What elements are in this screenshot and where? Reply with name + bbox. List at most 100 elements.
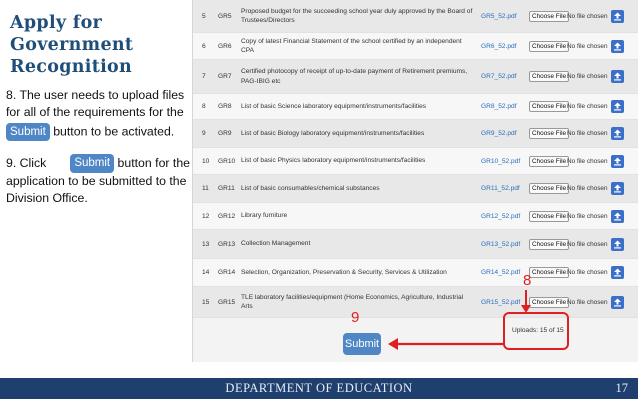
table-row: 7 GR7 Certified photocopy of receipt of up…: [193, 60, 638, 94]
title-line: Apply for: [10, 13, 103, 33]
step-text: for all of the requirements for the: [6, 105, 184, 119]
footer-bar: DEPARTMENT OF EDUCATION 17: [0, 378, 638, 399]
requirement-code: GR15: [218, 298, 236, 306]
step-text: 8. The user needs to upload files: [6, 88, 185, 102]
upload-button[interactable]: [611, 266, 624, 279]
choose-file-button[interactable]: Choose File: [529, 155, 570, 167]
choose-file-button[interactable]: Choose File: [529, 10, 570, 22]
uploaded-file-link[interactable]: GR10_52.pdf: [481, 158, 520, 165]
step-text: application to be submitted to the: [6, 174, 187, 188]
title-line: Government: [10, 35, 134, 55]
upload-icon: [614, 268, 621, 277]
requirement-description: List of basic Physics laboratory equipme…: [241, 157, 426, 165]
file-status-text: No file chosen: [567, 298, 608, 306]
arrow-down-icon: [521, 290, 531, 313]
upload-button[interactable]: [611, 100, 624, 113]
choose-file-button[interactable]: Choose File: [529, 296, 570, 308]
requirement-description: Collection Management: [241, 240, 311, 248]
uploaded-file-link[interactable]: GR13_52.pdf: [481, 241, 520, 248]
upload-button[interactable]: [611, 154, 624, 168]
uploaded-file-link[interactable]: GR7_52.pdf: [481, 73, 517, 80]
upload-button[interactable]: [611, 237, 624, 251]
requirements-screenshot: 5 GR5 Proposed budget for the succeeding s…: [192, 0, 638, 362]
row-number: 12: [202, 212, 210, 220]
uploaded-file-link[interactable]: GR9_52.pdf: [481, 130, 517, 137]
step-text: 9. Click: [6, 155, 47, 170]
step-text-row: Submit button to be activated.: [6, 123, 191, 141]
upload-icon: [614, 72, 621, 81]
requirement-description: Selection, Organization, Preservation & …: [241, 268, 447, 276]
upload-icon: [614, 240, 621, 248]
table-row: 8 GR8 List of basic Science laboratory equ…: [193, 94, 638, 120]
requirement-description: List of basic Biology laboratory equipme…: [241, 129, 425, 137]
row-number: 14: [202, 269, 210, 276]
upload-icon: [614, 157, 621, 165]
requirement-description: Certified photocopy of receipt of up-to-…: [241, 68, 468, 85]
slide-title: Apply for Government Recognition: [10, 12, 190, 78]
row-number: 13: [202, 240, 210, 248]
file-status-text: No file chosen: [567, 73, 608, 80]
uploaded-file-link[interactable]: GR6_52.pdf: [481, 43, 517, 50]
file-status-text: No file chosen: [567, 157, 608, 165]
upload-icon: [614, 12, 621, 20]
annotation-step-9: 9: [351, 309, 360, 326]
upload-button[interactable]: [611, 9, 624, 23]
file-status-text: No file chosen: [567, 185, 608, 192]
upload-button[interactable]: [611, 209, 624, 223]
uploaded-file-link[interactable]: GR12_52.pdf: [481, 213, 520, 220]
choose-file-button[interactable]: Choose File: [529, 128, 570, 139]
file-status-text: No file chosen: [567, 42, 608, 50]
row-number: 6: [202, 42, 206, 50]
upload-button[interactable]: [611, 182, 624, 195]
upload-button[interactable]: [611, 70, 624, 83]
row-number: 11: [202, 185, 209, 192]
requirement-code: GR8: [218, 103, 232, 110]
step-text: Division Office.: [6, 191, 88, 205]
submit-button[interactable]: Submit: [343, 333, 381, 355]
requirement-description: Proposed budget for the succeeding schoo…: [241, 7, 473, 25]
uploaded-file-link[interactable]: GR8_52.pdf: [481, 103, 517, 110]
upload-button[interactable]: [611, 295, 624, 309]
row-number: 10: [202, 157, 210, 165]
choose-file-button[interactable]: Choose File: [529, 238, 570, 250]
requirement-description: List of basic Science laboratory equipme…: [241, 102, 427, 110]
requirement-description: Library furniture: [241, 212, 288, 220]
uploads-count: Uploads: 15 of 15: [512, 327, 564, 334]
requirement-description: Copy of latest Financial Statement of th…: [241, 37, 462, 55]
step-text-row: 9. Click Submit button for the: [6, 154, 191, 173]
requirement-code: GR9: [218, 130, 232, 137]
uploaded-file-link[interactable]: GR5_52.pdf: [481, 13, 517, 20]
step-text: button to be activated.: [49, 124, 175, 139]
title-line: Recognition: [10, 57, 133, 77]
step-8-instruction: 8. The user needs to upload files for al…: [6, 87, 191, 141]
submit-button-illustration: Submit: [6, 123, 50, 141]
table-row: 13 GR13 Collection Management GR13_52.pdf Ch…: [193, 230, 638, 259]
choose-file-button[interactable]: Choose File: [529, 101, 570, 112]
uploaded-file-link[interactable]: GR14_52.pdf: [481, 269, 520, 276]
table-row: 10 GR10 List of basic Physics laboratory e…: [193, 148, 638, 175]
requirement-code: GR11: [218, 185, 235, 192]
table-row: 6 GR6 Copy of latest Financial Statement o…: [193, 33, 638, 60]
choose-file-button[interactable]: Choose File: [529, 267, 570, 278]
file-status-text: No file chosen: [567, 130, 608, 137]
requirement-description: List of basic consumables/chemical subst…: [241, 184, 380, 192]
row-number: 15: [202, 298, 210, 306]
uploaded-file-link[interactable]: GR11_52.pdf: [481, 185, 520, 192]
choose-file-button[interactable]: Choose File: [529, 40, 570, 52]
choose-file-button[interactable]: Choose File: [529, 210, 570, 222]
choose-file-button[interactable]: Choose File: [529, 183, 570, 194]
table-row: 5 GR5 Proposed budget for the succeeding s…: [193, 0, 638, 33]
table-row: 12 GR12 Library furniture GR12_52.pdf Choose…: [193, 203, 638, 230]
requirement-code: GR6: [218, 42, 232, 50]
uploaded-file-link[interactable]: GR15_52.pdf: [481, 299, 520, 306]
row-number: 8: [202, 103, 206, 110]
upload-icon: [614, 129, 621, 138]
file-status-text: No file chosen: [567, 12, 608, 20]
upload-button[interactable]: [611, 39, 624, 53]
requirement-code: GR13: [218, 240, 236, 248]
choose-file-button[interactable]: Choose File: [529, 71, 570, 82]
upload-button[interactable]: [611, 127, 624, 140]
file-status-text: No file chosen: [567, 269, 608, 276]
upload-icon: [614, 184, 621, 193]
arrow-left-icon: [388, 338, 505, 350]
